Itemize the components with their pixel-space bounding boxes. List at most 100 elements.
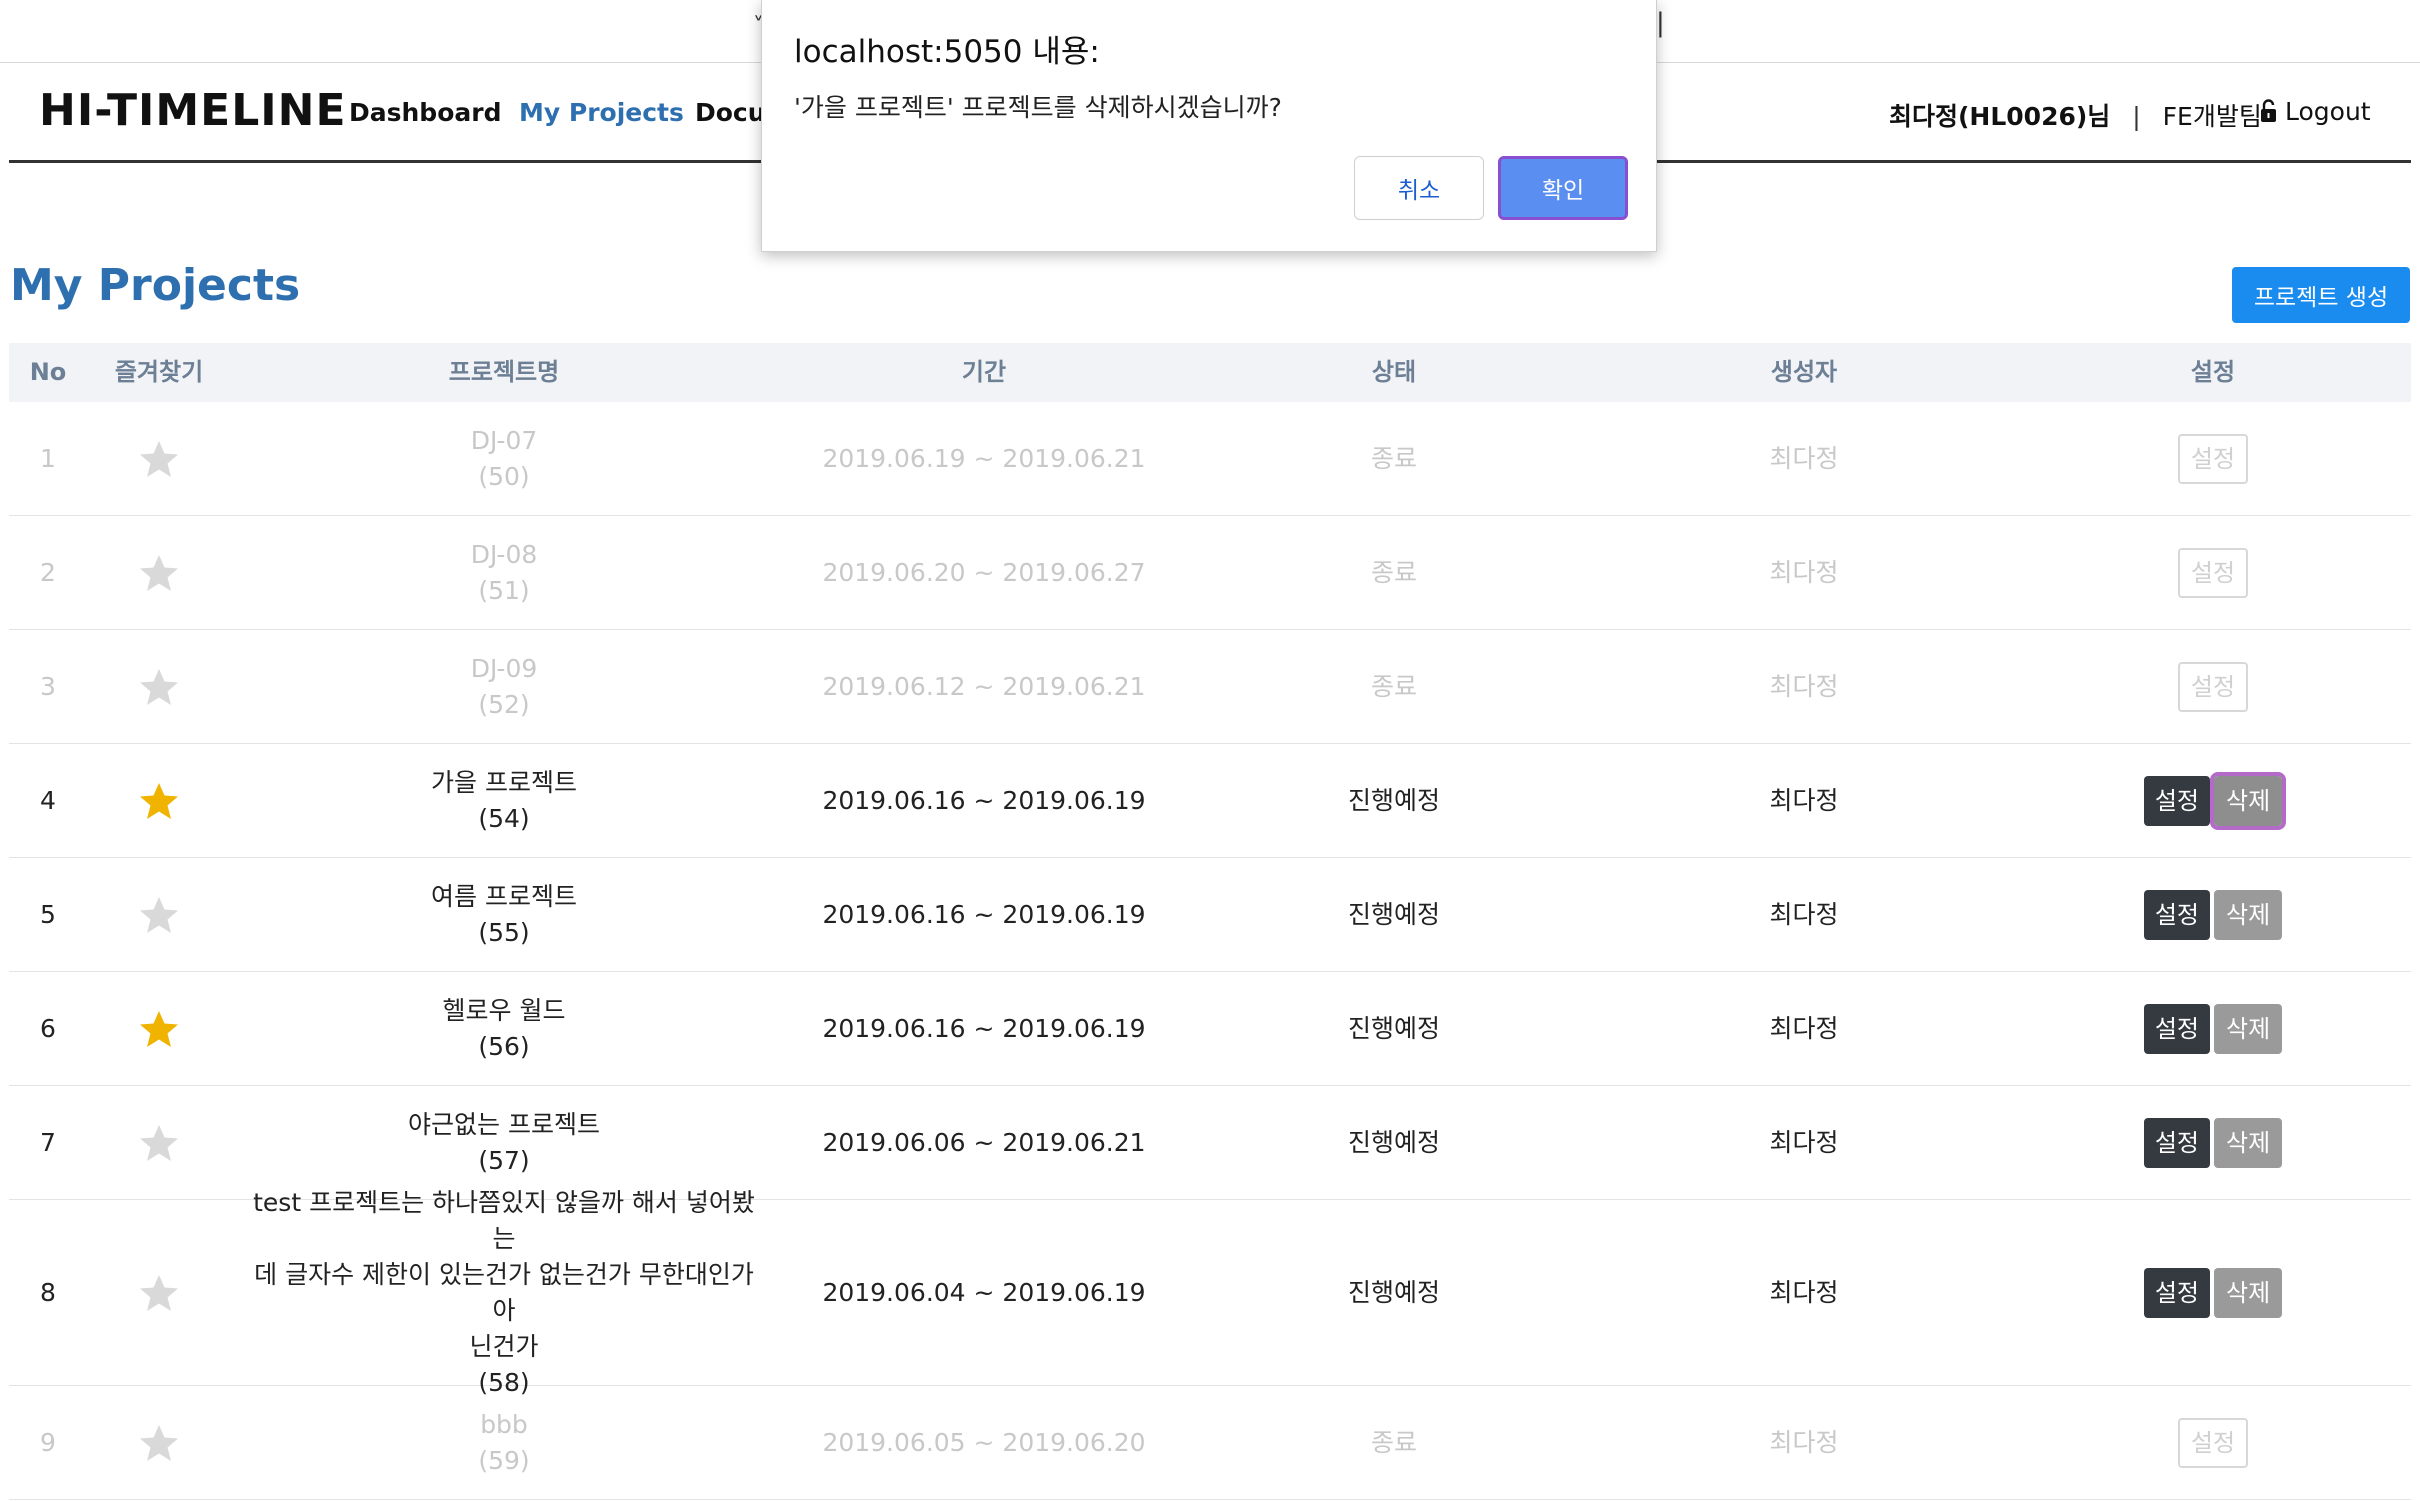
project-id: (54) — [478, 803, 530, 833]
settings-cell: 설정 삭제 — [2024, 744, 2402, 857]
settings-button[interactable]: 설정 — [2177, 433, 2249, 484]
nav-separator: | — [2132, 102, 2141, 131]
project-name-cell: DJ-08 (51) — [244, 516, 764, 629]
table-row: 4 가을 프로젝트 (54) 2019.06.16 ~ 2019.06.19 진행예정 최… — [9, 744, 2411, 858]
favorite-cell — [97, 972, 221, 1085]
star-empty-icon[interactable] — [139, 440, 179, 478]
settings-button[interactable]: 설정 — [2143, 889, 2210, 940]
delete-button[interactable]: 삭제 — [2214, 1003, 2283, 1054]
project-period: 2019.06.12 ~ 2019.06.21 — [822, 671, 1146, 701]
nav-link-documents[interactable]: Docu — [695, 98, 766, 127]
project-name-line: test 프로젝트는 하나쯤있지 않을까 해서 넣어봤는 — [253, 1187, 755, 1253]
status-text: 진행예정 — [1347, 1127, 1440, 1157]
status-text: 종료 — [1370, 1427, 1417, 1457]
dialog-ok-button[interactable]: 확인 — [1498, 156, 1628, 220]
dialog-cancel-button[interactable]: 취소 — [1354, 156, 1484, 220]
settings-button[interactable]: 설정 — [2143, 1003, 2210, 1054]
brand-logo[interactable]: HI-TIMELINE — [39, 85, 347, 136]
settings-cell: 설정 — [2024, 516, 2402, 629]
settings-button[interactable]: 설정 — [2143, 775, 2210, 826]
delete-button[interactable]: 삭제 — [2214, 1267, 2283, 1318]
settings-button[interactable]: 설정 — [2177, 547, 2249, 598]
project-name[interactable]: 헬로우 월드 — [443, 993, 566, 1029]
star-empty-icon[interactable] — [139, 896, 179, 934]
project-name[interactable]: DJ-09 — [471, 651, 538, 687]
delete-button[interactable]: 삭제 — [2209, 771, 2287, 830]
team-name: FE개발팀 — [2162, 102, 2262, 131]
star-empty-icon[interactable] — [139, 554, 179, 592]
create-project-button[interactable]: 프로젝트 생성 — [2232, 267, 2410, 323]
project-period: 2019.06.04 ~ 2019.06.19 — [822, 1277, 1146, 1307]
star-filled-icon[interactable] — [139, 1010, 179, 1048]
row-number: 5 — [40, 899, 56, 929]
settings-button[interactable]: 설정 — [2143, 1267, 2210, 1318]
row-number: 7 — [40, 1127, 56, 1157]
star-empty-icon[interactable] — [139, 1274, 179, 1312]
table-row: 3 DJ-09 (52) 2019.06.12 ~ 2019.06.21 종료 최다정 설정 — [9, 630, 2411, 744]
settings-button[interactable]: 설정 — [2177, 1417, 2249, 1468]
star-filled-icon[interactable] — [139, 782, 179, 820]
logout-link[interactable]: Logout — [2260, 97, 2371, 126]
project-name[interactable]: 야근없는 프로젝트 — [408, 1107, 600, 1143]
favorite-cell — [97, 516, 221, 629]
project-id: (59) — [478, 1445, 530, 1475]
project-name-line: 닌건가 — [469, 1331, 539, 1361]
creator-name: 최다정 — [1769, 899, 1839, 929]
table-row: 8 test 프로젝트는 하나쯤있지 않을까 해서 넣어봤는 데 글자수 제한이 있… — [9, 1188, 2411, 1397]
creator-name: 최다정 — [1769, 1127, 1839, 1157]
project-name-cell: bbb (59) — [244, 1386, 764, 1499]
nav-link-my-projects[interactable]: My Projects — [519, 98, 684, 127]
project-name-cell: DJ-09 (52) — [244, 630, 764, 743]
settings-button[interactable]: 설정 — [2177, 661, 2249, 712]
row-number: 3 — [40, 671, 56, 701]
project-name-cell: test 프로젝트는 하나쯤있지 않을까 해서 넣어봤는 데 글자수 제한이 있는… — [244, 1188, 764, 1397]
delete-button[interactable]: 삭제 — [2214, 889, 2283, 940]
creator-name: 최다정 — [1769, 1277, 1839, 1307]
header-no: No — [29, 358, 67, 386]
settings-cell: 설정 — [2024, 1386, 2402, 1499]
favorite-cell — [97, 1086, 221, 1199]
project-name[interactable]: 여름 프로젝트 — [431, 879, 577, 915]
settings-button[interactable]: 설정 — [2143, 1117, 2210, 1168]
table-row: 9 bbb (59) 2019.06.05 ~ 2019.06.20 종료 최다정 설정 — [9, 1386, 2411, 1500]
status-text: 종료 — [1370, 443, 1417, 473]
settings-cell: 설정 — [2024, 630, 2402, 743]
nav-link-dashboard[interactable]: Dashboard — [349, 98, 501, 127]
page-title: My Projects — [10, 260, 301, 311]
settings-cell: 설정 — [2024, 402, 2402, 515]
project-name[interactable]: DJ-08 — [471, 537, 538, 573]
row-number: 4 — [40, 785, 56, 815]
star-empty-icon[interactable] — [139, 1124, 179, 1162]
row-number: 6 — [40, 1013, 56, 1043]
favorite-cell — [97, 1386, 221, 1499]
confirm-dialog: localhost:5050 내용: '가을 프로젝트' 프로젝트를 삭제하시겠… — [761, 0, 1657, 252]
project-period: 2019.06.16 ~ 2019.06.19 — [822, 899, 1146, 929]
user-name: 최다정(HL0026)님 — [1889, 102, 2111, 131]
row-number: 8 — [40, 1277, 56, 1307]
table-header: No 즐겨찾기 프로젝트명 기간 상태 생성자 설정 — [9, 343, 2411, 402]
project-name-cell: DJ-07 (50) — [244, 402, 764, 515]
project-name[interactable]: 가을 프로젝트 — [431, 765, 577, 801]
settings-cell: 설정 삭제 — [2024, 858, 2402, 971]
projects-table: No 즐겨찾기 프로젝트명 기간 상태 생성자 설정 1 DJ-07 (50) 201… — [9, 343, 2411, 1500]
logout-label: Logout — [2285, 97, 2371, 126]
header-favorite: 즐겨찾기 — [114, 358, 204, 386]
project-id: (55) — [478, 917, 530, 947]
header-creator: 생성자 — [1770, 358, 1838, 386]
project-name-cell: 가을 프로젝트 (54) — [244, 744, 764, 857]
project-period: 2019.06.19 ~ 2019.06.21 — [822, 443, 1146, 473]
header-period: 기간 — [961, 358, 1007, 386]
project-period: 2019.06.06 ~ 2019.06.21 — [822, 1127, 1146, 1157]
star-empty-icon[interactable] — [139, 1424, 179, 1462]
project-name[interactable]: bbb — [480, 1407, 528, 1443]
row-number: 1 — [40, 443, 56, 473]
header-project-name: 프로젝트명 — [448, 358, 560, 386]
delete-button[interactable]: 삭제 — [2214, 1117, 2283, 1168]
row-number: 9 — [40, 1427, 56, 1457]
table-row: 2 DJ-08 (51) 2019.06.20 ~ 2019.06.27 종료 최다정 설정 — [9, 516, 2411, 630]
project-period: 2019.06.16 ~ 2019.06.19 — [822, 1013, 1146, 1043]
status-text: 종료 — [1370, 671, 1417, 701]
project-period: 2019.06.20 ~ 2019.06.27 — [822, 557, 1146, 587]
project-name[interactable]: DJ-07 — [471, 423, 538, 459]
star-empty-icon[interactable] — [139, 668, 179, 706]
